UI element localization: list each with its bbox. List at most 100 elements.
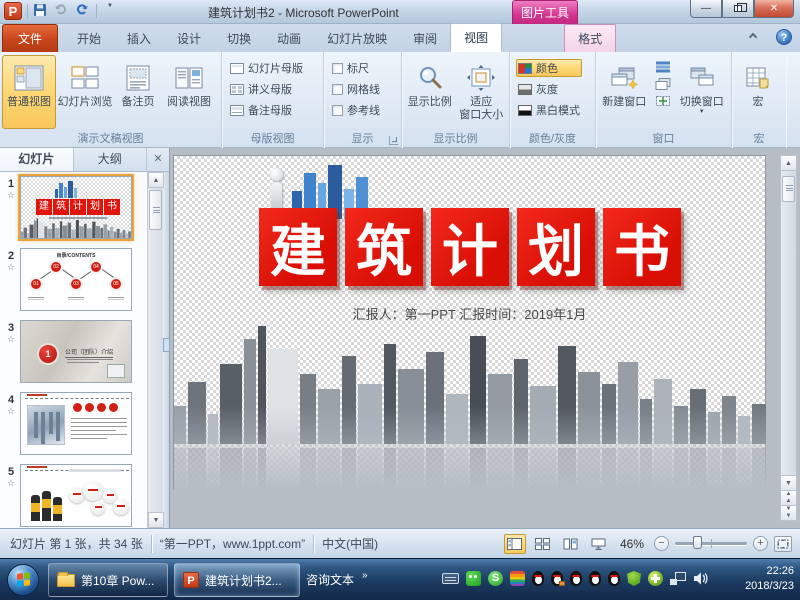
save-icon[interactable] xyxy=(33,3,49,19)
zoom-percentage[interactable]: 46% xyxy=(620,537,644,551)
taskbar-clock[interactable]: 22:26 2018/3/23 xyxy=(745,564,794,594)
scroll-up-icon[interactable]: ▲ xyxy=(781,156,796,171)
qq-icon[interactable] xyxy=(570,571,582,586)
ribbon-tab-row: 文件 开始 插入 设计 切换 动画 幻灯片放映 审阅 视图 格式 ? xyxy=(0,24,800,52)
tab-slides[interactable]: 幻灯片 xyxy=(0,148,74,171)
messenger-s-icon[interactable]: S xyxy=(488,571,503,586)
start-button[interactable] xyxy=(7,564,39,596)
slide-sorter-button[interactable]: 幻灯片浏览 xyxy=(56,55,114,129)
panel-close-icon[interactable]: ✕ xyxy=(147,148,169,171)
title-char: 计 xyxy=(431,208,509,286)
gridlines-checkbox[interactable]: 网格线 xyxy=(330,80,382,98)
scroll-down-icon[interactable]: ▼ xyxy=(781,475,796,490)
safety-plus-icon[interactable] xyxy=(648,571,663,586)
black-white-button[interactable]: 黑白模式 xyxy=(516,101,582,119)
tab-animations[interactable]: 动画 xyxy=(264,25,314,52)
toolbar-chevron-icon[interactable]: » xyxy=(362,570,368,581)
notes-page-button[interactable]: 备注页 xyxy=(114,55,162,129)
panel-scrollbar[interactable]: ▲ ▼ xyxy=(147,172,163,528)
zoom-button[interactable]: 显示比例 xyxy=(404,55,456,129)
zoom-slider-thumb[interactable] xyxy=(693,536,702,549)
powerpoint-app-icon[interactable]: P xyxy=(4,2,22,20)
switch-windows-button[interactable]: 切换窗口 ▼ xyxy=(675,55,729,129)
taskbar-toolbar[interactable]: 咨询文本 » xyxy=(306,571,368,588)
tab-home[interactable]: 开始 xyxy=(64,25,114,52)
notes-page-icon xyxy=(125,60,151,96)
panel-tabs: 幻灯片 大纲 ✕ xyxy=(0,148,169,172)
cascade-windows-icon[interactable] xyxy=(655,78,671,90)
close-button[interactable]: ✕ xyxy=(754,0,794,18)
network-icon[interactable] xyxy=(670,572,686,585)
tab-insert[interactable]: 插入 xyxy=(114,25,164,52)
qq-briefcase-icon[interactable] xyxy=(551,571,563,586)
fit-slide-to-window-button[interactable] xyxy=(774,536,792,552)
slide-thumbnail[interactable] xyxy=(20,464,132,527)
reading-view-button[interactable]: 阅读视图 xyxy=(162,55,216,129)
grayscale-button[interactable]: 灰度 xyxy=(516,80,582,98)
guides-checkbox[interactable]: 参考线 xyxy=(330,101,382,119)
help-button[interactable]: ? xyxy=(776,29,792,45)
qat-customize-icon[interactable]: ▼ xyxy=(102,3,118,19)
taskbar-folder-button[interactable]: 第10章 Pow... xyxy=(48,563,168,597)
zoom-out-button[interactable]: − xyxy=(654,536,669,551)
normal-view-button[interactable]: 普通视图 xyxy=(2,55,56,129)
slide-number: 3 xyxy=(8,322,14,334)
tab-transitions[interactable]: 切换 xyxy=(214,25,264,52)
zoom-slider[interactable] xyxy=(675,542,747,545)
redo-icon[interactable] xyxy=(75,3,91,19)
panel-splitter[interactable] xyxy=(164,172,169,528)
status-normal-view-button[interactable] xyxy=(504,534,526,554)
status-reading-view-button[interactable] xyxy=(560,534,582,554)
previous-slide-icon[interactable]: ▲▲ xyxy=(781,490,796,505)
dialog-launcher-icon[interactable] xyxy=(389,136,398,145)
slide-thumbnail[interactable]: 建筑计划书 xyxy=(20,176,132,239)
minimize-ribbon-button[interactable] xyxy=(746,32,760,44)
wechat-icon[interactable] xyxy=(466,571,481,586)
tab-review[interactable]: 审阅 xyxy=(400,25,450,52)
security-shield-icon[interactable] xyxy=(627,571,641,586)
tab-slideshow[interactable]: 幻灯片放映 xyxy=(314,25,400,52)
input-keyboard-icon[interactable] xyxy=(442,573,459,584)
ruler-checkbox[interactable]: 标尺 xyxy=(330,59,382,77)
slide-thumbnail[interactable]: 目录/CONTENTS 01 02 03 04 05 xyxy=(20,248,132,311)
qq-icon[interactable] xyxy=(608,571,620,586)
slide-thumbnail[interactable]: 1 公司（团队）介绍 xyxy=(20,320,132,383)
scrollbar-thumb[interactable] xyxy=(782,176,795,202)
window-controls: — ✕ xyxy=(690,0,794,18)
tab-format[interactable]: 格式 xyxy=(564,24,616,52)
tab-design[interactable]: 设计 xyxy=(164,25,214,52)
scrollbar-thumb[interactable] xyxy=(149,190,162,230)
scroll-up-icon[interactable]: ▲ xyxy=(148,172,164,188)
editor-scrollbar[interactable]: ▲ ▼ ▲▲ ▼▼ xyxy=(780,155,797,521)
fit-to-window-button[interactable]: 适应窗口大小 xyxy=(456,55,508,129)
slide-canvas[interactable]: 建 筑 计 划 书 汇报人：第一PPT 汇报时间：2019年1月 xyxy=(173,155,766,489)
tab-file[interactable]: 文件 xyxy=(2,24,58,52)
handout-master-button[interactable]: 讲义母版 xyxy=(228,80,305,98)
slide-master-button[interactable]: 幻灯片母版 xyxy=(228,59,305,77)
language-indicator[interactable]: 中文(中国) xyxy=(322,535,378,552)
toolbar-label[interactable]: 咨询文本 xyxy=(306,571,354,588)
zoom-in-button[interactable]: + xyxy=(753,536,768,551)
next-slide-icon[interactable]: ▼▼ xyxy=(781,505,796,520)
slide-thumbnail[interactable] xyxy=(20,392,132,455)
color-mode-button[interactable]: 颜色 xyxy=(516,59,582,77)
tab-outline[interactable]: 大纲 xyxy=(74,148,148,171)
rainbow-app-icon[interactable] xyxy=(510,571,525,586)
qq-icon[interactable] xyxy=(589,571,601,586)
splitter-handle[interactable] xyxy=(163,338,170,352)
qq-icon[interactable] xyxy=(532,571,544,586)
restore-button[interactable] xyxy=(722,0,754,18)
notes-master-button[interactable]: 备注母版 xyxy=(228,101,305,119)
arrange-all-icon[interactable] xyxy=(655,61,671,73)
status-slideshow-button[interactable] xyxy=(588,534,610,554)
taskbar-powerpoint-button[interactable]: P 建筑计划书2... xyxy=(174,563,300,597)
status-slide-sorter-button[interactable] xyxy=(532,534,554,554)
undo-icon[interactable] xyxy=(54,3,70,19)
scroll-down-icon[interactable]: ▼ xyxy=(148,512,164,528)
minimize-button[interactable]: — xyxy=(690,0,722,18)
move-split-icon[interactable] xyxy=(655,95,671,107)
new-window-button[interactable]: 新建窗口 xyxy=(598,55,651,129)
tab-view[interactable]: 视图 xyxy=(450,23,502,52)
macros-button[interactable]: 宏 xyxy=(734,55,782,129)
volume-icon[interactable] xyxy=(693,572,708,585)
